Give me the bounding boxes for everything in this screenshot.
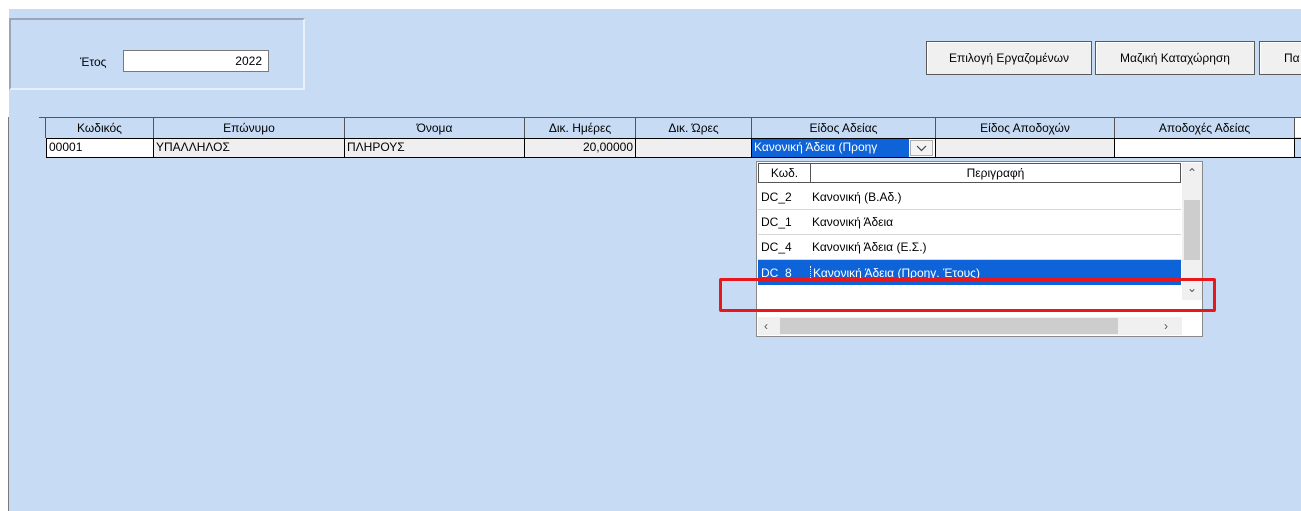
header-leave-type[interactable]: Είδος Αδείας [752,118,936,138]
list-item-description: Κανονική Άδεια [812,214,894,229]
cell-name[interactable]: ΠΛΗΡΟΥΣ [345,139,525,157]
select-employees-button[interactable]: Επιλογή Εργαζομένων [926,41,1092,75]
leave-type-value[interactable]: Κανονική Άδεια (Προηγ [752,139,909,157]
header-code[interactable]: Κωδικός [46,118,154,138]
dropdown-header: Κωδ. Περιγραφή [758,163,1181,183]
list-item-description: Κανονική Άδεια (Ε.Σ.) [812,239,927,254]
table-row[interactable]: 00001 ΥΠΑΛΛΗΛΟΣ ΠΛΗΡΟΥΣ 20,00000 Κανονικ… [46,138,1301,158]
header-spacer [39,118,46,138]
cell-leave-pay[interactable] [1115,139,1295,157]
header-leave-pay[interactable]: Αποδοχές Αδείας [1115,118,1295,138]
list-item[interactable]: DC_2 Κανονική (Β.Αδ.) [758,185,1181,208]
left-window-edge [0,117,9,511]
list-item-description: Κανονική (Β.Αδ.) [812,189,902,204]
combo-dropdown-button[interactable] [910,140,933,156]
scroll-right-icon[interactable]: › [1164,318,1168,334]
horizontal-scrollbar[interactable]: ‹ › [758,317,1182,335]
vertical-scroll-thumb[interactable] [1184,200,1200,260]
header-surname[interactable]: Επώνυμο [154,118,345,138]
list-item-description: Κανονική Άδεια (Προηγ. Έτους) [810,265,1181,280]
list-item[interactable]: DC_4 Κανονική Άδεια (Ε.Σ.) [758,235,1181,258]
cell-pay-type[interactable] [936,139,1115,157]
main-form: Έτος 2022 Επιλογή Εργαζομένων Μαζική Κατ… [9,9,1301,511]
year-input[interactable]: 2022 [123,50,269,72]
scroll-left-icon[interactable]: ‹ [764,318,768,334]
chevron-down-icon [916,145,927,151]
bulk-entry-button[interactable]: Μαζική Καταχώρηση [1095,41,1255,75]
grid-header: Κωδικός Επώνυμο Όνομα Δικ. Ημέρες Δικ. Ώ… [39,117,1301,138]
dropdown-header-code[interactable]: Κωδ. [758,163,811,183]
list-item-selected[interactable]: DC_8 Κανονική Άδεια (Προηγ. Έτους) [758,260,1181,285]
year-label: Έτος [80,55,107,69]
header-hours[interactable]: Δικ. Ώρες [636,118,752,138]
header-pay-type[interactable]: Είδος Αποδοχών [936,118,1115,138]
leave-type-combobox[interactable]: Κανονική Άδεια (Προηγ [752,139,936,157]
list-item-code: DC_1 [761,214,792,229]
cell-hours[interactable] [636,139,752,157]
list-item-code: DC_2 [761,189,792,204]
scroll-down-icon[interactable]: ⌄ [1187,280,1197,296]
cell-code[interactable]: 00001 [46,139,154,157]
vertical-scrollbar[interactable]: ⌃ ⌄ [1182,163,1202,300]
list-item-code: DC_4 [761,239,792,254]
cell-days[interactable]: 20,00000 [525,139,636,157]
leave-type-dropdown-list[interactable]: Κωδ. Περιγραφή DC_2 Κανονική (Β.Αδ.) DC_… [756,161,1203,337]
year-panel: Έτος 2022 [9,18,305,90]
horizontal-scroll-thumb[interactable] [780,318,1118,334]
header-days[interactable]: Δικ. Ημέρες [525,118,636,138]
partial-button[interactable]: Πα [1259,41,1301,75]
dropdown-header-description[interactable]: Περιγραφή [811,163,1181,183]
list-item-code: DC_8 [761,265,792,280]
list-item[interactable]: DC_1 Κανονική Άδεια [758,210,1181,233]
header-name[interactable]: Όνομα [345,118,525,138]
scroll-up-icon[interactable]: ⌃ [1187,165,1197,181]
cell-surname[interactable]: ΥΠΑΛΛΗΛΟΣ [154,139,345,157]
